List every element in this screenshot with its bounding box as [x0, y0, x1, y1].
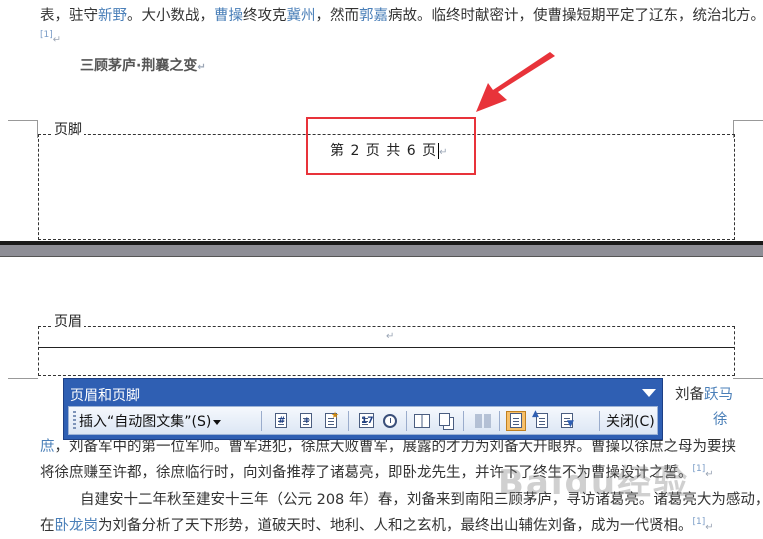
annotation-arrow [476, 52, 555, 112]
header-label: 页眉 [52, 311, 84, 331]
footer-label: 页脚 [52, 119, 84, 139]
